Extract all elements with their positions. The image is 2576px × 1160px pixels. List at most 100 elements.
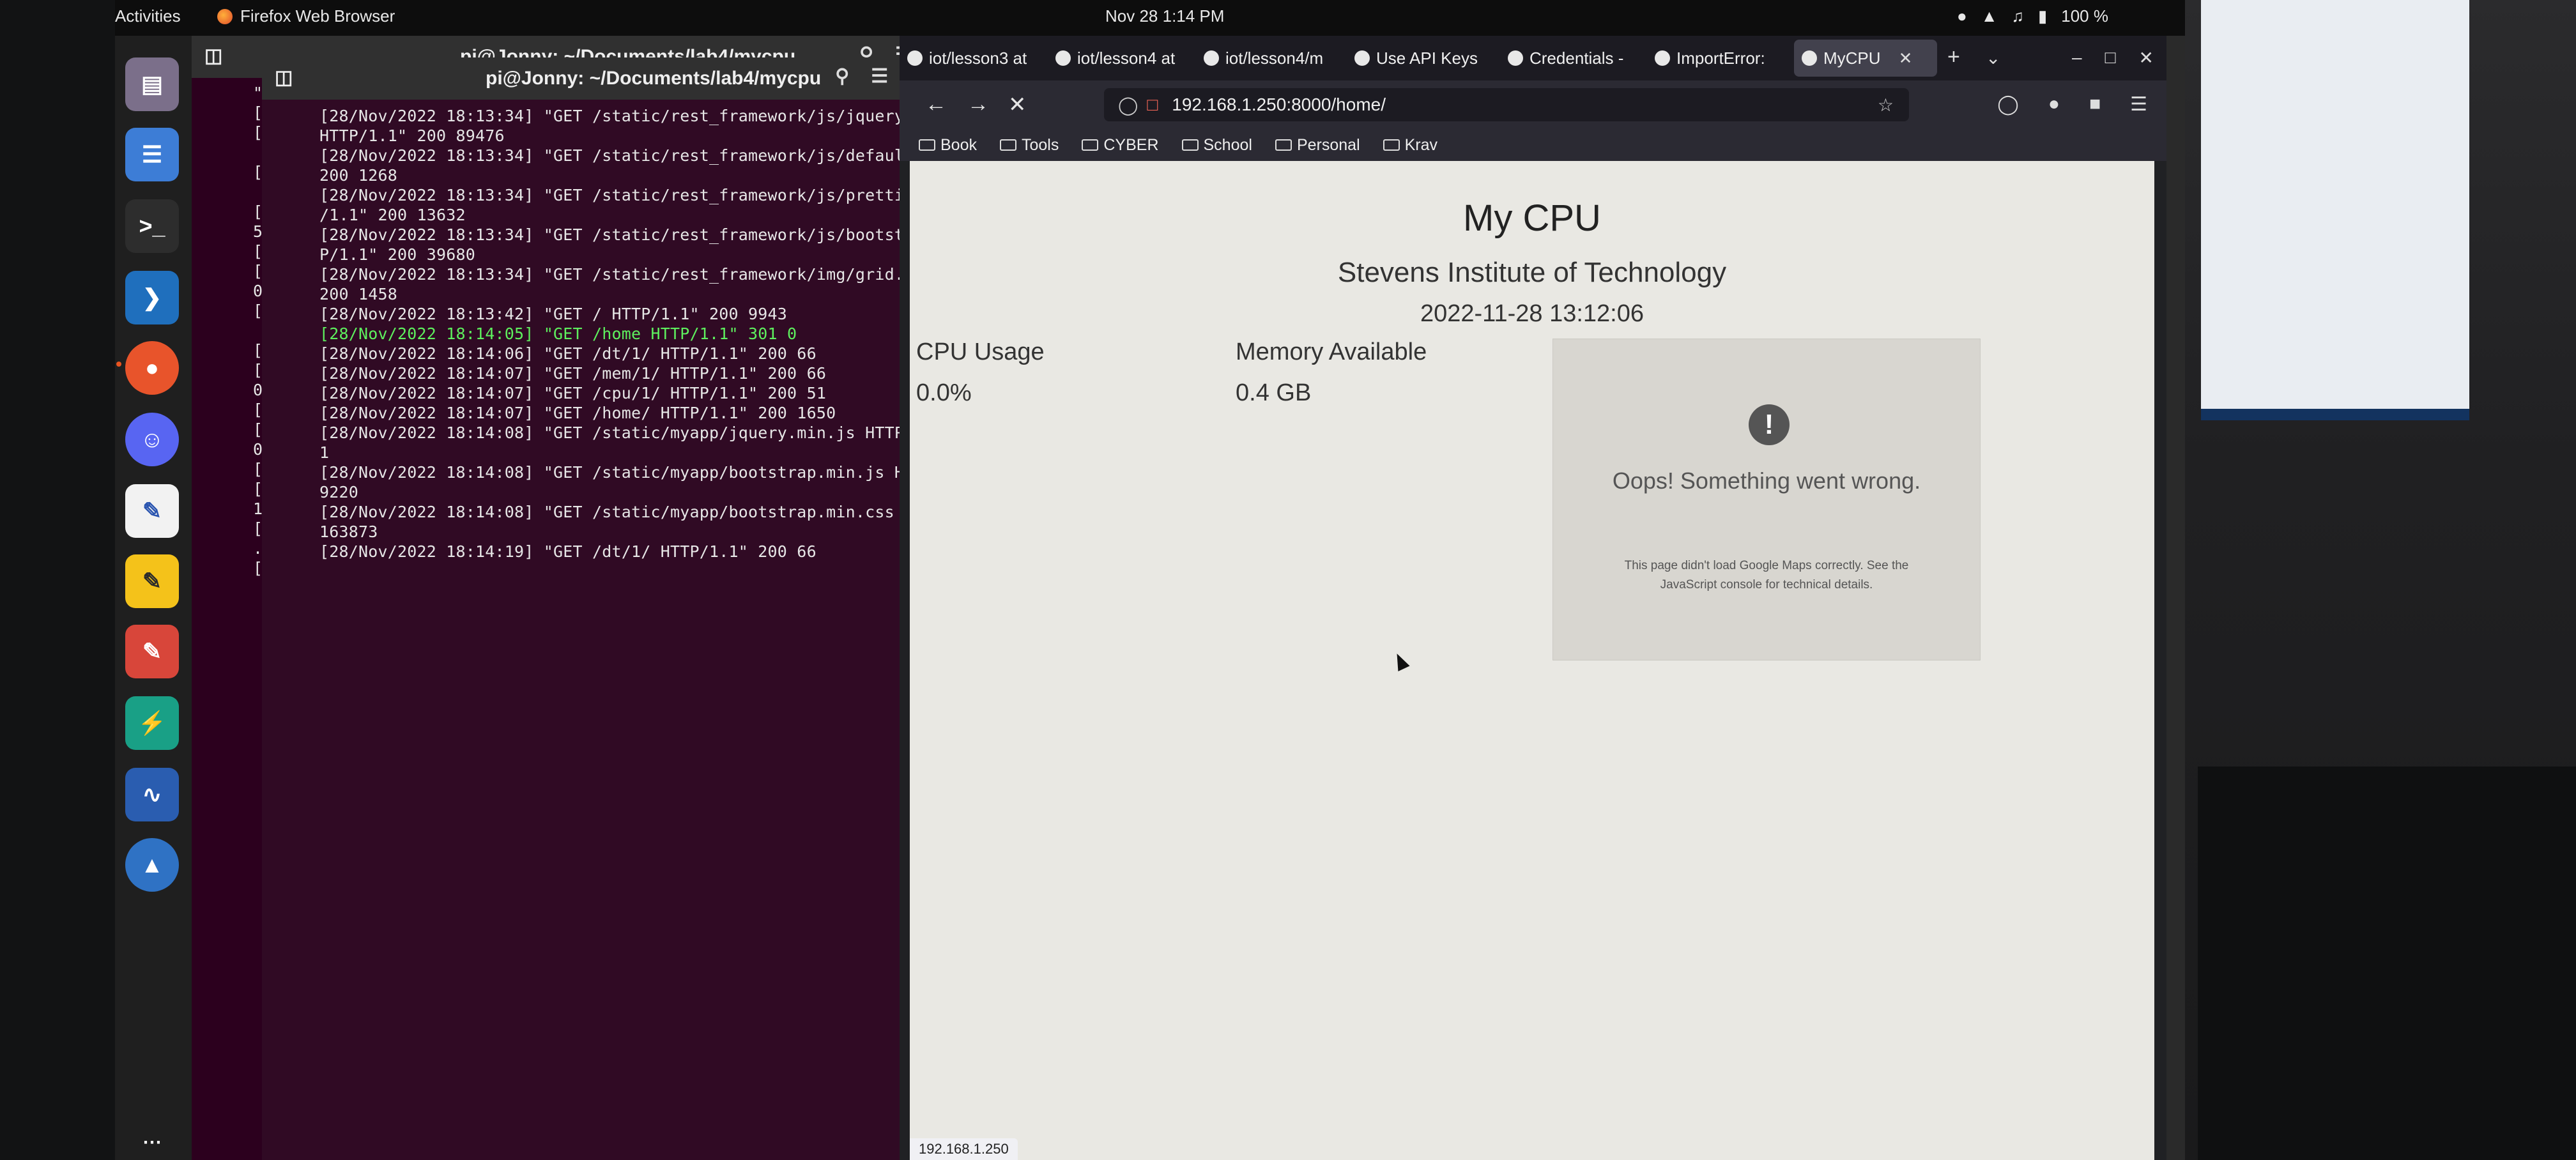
bookmark-folder[interactable]: School bbox=[1181, 135, 1252, 155]
browser-tab[interactable]: iot/lesson3 at bbox=[900, 40, 1055, 77]
system-monitor-icon[interactable]: ∿ bbox=[125, 768, 179, 821]
shield-icon[interactable]: ◯ bbox=[1118, 95, 1138, 116]
log-line: [28/Nov/2022 18:13:34] "GET /static/rest… bbox=[319, 146, 992, 165]
firefox-window[interactable]: iot/lesson3 at iot/lesson4 at iot/lesson4/… bbox=[900, 36, 2166, 1160]
tab-bar: iot/lesson3 at iot/lesson4 at iot/lesson4/… bbox=[900, 36, 2166, 80]
bookmarks-toolbar: Book Tools CYBER School Personal Krav bbox=[900, 129, 2166, 161]
activities-button[interactable]: Activities bbox=[115, 6, 181, 26]
menu-icon[interactable]: ☰ bbox=[871, 65, 888, 88]
bookmark-folder[interactable]: CYBER bbox=[1082, 136, 1159, 155]
close-tab-icon[interactable]: ✕ bbox=[1899, 49, 1913, 68]
terminal-titlebar-front[interactable]: ◫ pi@Jonny: ~/Documents/lab4/mycpu ⚲ ☰ –… bbox=[262, 57, 971, 100]
firefox-dock-icon[interactable]: ● bbox=[116, 341, 179, 395]
browser-tab[interactable]: ImportError: bbox=[1647, 40, 1803, 77]
tab-favicon-icon bbox=[1655, 50, 1670, 66]
folder-icon bbox=[999, 139, 1016, 151]
browser-tab[interactable]: iot/lesson4/m bbox=[1196, 40, 1354, 77]
terminal-icon[interactable]: >_ bbox=[125, 199, 179, 253]
log-line: HTTP/1.1" 200 89476 bbox=[319, 126, 505, 145]
terminal-title-front: pi@Jonny: ~/Documents/lab4/mycpu bbox=[486, 68, 822, 89]
hamburger-menu-icon[interactable]: ☰ bbox=[2130, 93, 2147, 116]
page-viewport: My CPU Stevens Institute of Technology 2… bbox=[910, 161, 2154, 1160]
terminal-tab-icon: ◫ bbox=[204, 45, 223, 66]
lightning-app-icon[interactable]: ⚡ bbox=[125, 696, 179, 750]
folder-icon bbox=[1082, 139, 1099, 151]
navigation-bar: ← → ✕ ◯ □ 192.168.1.250:8000/home/ ☆ ◯ ●… bbox=[900, 80, 2166, 129]
folder-icon bbox=[1383, 139, 1400, 151]
document-editor-icon[interactable]: ☰ bbox=[125, 128, 179, 181]
tab-label: iot/lesson3 at bbox=[929, 48, 1027, 68]
drawing-icon[interactable]: ✎ bbox=[125, 625, 179, 678]
tab-label: Use API Keys bbox=[1376, 48, 1478, 68]
bookmark-star-icon[interactable]: ☆ bbox=[1878, 95, 1894, 116]
keyboard-area bbox=[2198, 767, 2576, 1160]
app-name: Firefox Web Browser bbox=[240, 6, 395, 26]
bookmark-folder[interactable]: Personal bbox=[1275, 136, 1360, 155]
search-icon[interactable]: ⚲ bbox=[835, 65, 849, 88]
url-bar[interactable]: ◯ □ 192.168.1.250:8000/home/ ☆ bbox=[1104, 88, 1909, 121]
files-icon[interactable]: ▤ bbox=[125, 57, 179, 111]
notes-icon[interactable]: ✎ bbox=[125, 554, 179, 608]
discord-icon[interactable]: ☺ bbox=[125, 413, 179, 466]
browser-tab[interactable]: Use API Keys bbox=[1347, 40, 1508, 77]
wifi-icon: ▲ bbox=[1981, 6, 1998, 26]
new-tab-button[interactable]: + bbox=[1947, 45, 1960, 70]
vscode-icon[interactable]: ❯ bbox=[125, 271, 179, 324]
maximize-button[interactable]: □ bbox=[2105, 47, 2116, 68]
browser-tab[interactable]: MyCPU ✕ bbox=[1794, 40, 1937, 77]
second-monitor-taskbar bbox=[2201, 409, 2469, 420]
forward-button[interactable]: → bbox=[967, 92, 989, 117]
battery-level: 100 % bbox=[2061, 6, 2108, 26]
map-error-detail: This page didn't load Google Maps correc… bbox=[1624, 559, 1909, 591]
log-line: [28/Nov/2022 18:14:08] "GET /static/myap… bbox=[319, 463, 983, 482]
memory-available-label: Memory Available bbox=[1236, 339, 1427, 365]
tab-favicon-icon bbox=[1802, 50, 1817, 66]
back-button[interactable]: ← bbox=[925, 92, 947, 117]
firefox-icon bbox=[217, 8, 233, 24]
log-line: [28/Nov/2022 18:14:19] "GET /dt/1/ HTTP/… bbox=[319, 542, 816, 561]
app-grid-icon[interactable]: ⋯ bbox=[125, 1115, 179, 1160]
warning-icon: ! bbox=[1749, 404, 1790, 445]
close-button[interactable]: ✕ bbox=[2139, 47, 2154, 68]
terminal-output-front: [28/Nov/2022 18:13:34] "GET /static/rest… bbox=[319, 106, 992, 561]
bookmark-folder[interactable]: Tools bbox=[999, 136, 1059, 155]
log-line: [28/Nov/2022 18:13:34] "GET /static/rest… bbox=[319, 186, 992, 204]
clock[interactable]: Nov 28 1:14 PM bbox=[1105, 6, 1224, 26]
cpu-usage-value: 0.0% bbox=[916, 379, 972, 406]
system-tray[interactable]: ● ▲ ♫ ▮ 100 % bbox=[1957, 6, 2108, 26]
text-editor-icon[interactable]: ✎ bbox=[125, 484, 179, 538]
url-text[interactable]: 192.168.1.250:8000/home/ bbox=[1172, 95, 1386, 115]
battery-icon: ▮ bbox=[2037, 6, 2048, 26]
cpu-usage-label: CPU Usage bbox=[916, 339, 1045, 365]
stop-button[interactable]: ✕ bbox=[1008, 92, 1027, 118]
bookmark-folder[interactable]: Book bbox=[919, 136, 977, 155]
software-icon[interactable]: ▲ bbox=[125, 838, 179, 892]
log-line: [28/Nov/2022 18:13:34] "GET /static/rest… bbox=[319, 225, 992, 244]
bookmark-label: Personal bbox=[1296, 135, 1360, 154]
account-icon[interactable]: ● bbox=[2048, 93, 2060, 116]
browser-tab[interactable]: iot/lesson4 at bbox=[1048, 40, 1204, 77]
bookmark-folder[interactable]: Krav bbox=[1383, 136, 1438, 155]
terminal-tab-icon: ◫ bbox=[275, 67, 293, 88]
browser-tab[interactable]: Credentials - bbox=[1500, 40, 1656, 77]
log-line: [28/Nov/2022 18:14:06] "GET /dt/1/ HTTP/… bbox=[319, 344, 816, 363]
folder-icon bbox=[1275, 139, 1292, 151]
memory-available-value: 0.4 GB bbox=[1236, 379, 1312, 406]
log-line: 163873 bbox=[319, 523, 378, 541]
log-line: 0 bbox=[253, 282, 263, 300]
screen: Activities Firefox Web Browser Nov 28 1:… bbox=[115, 0, 2185, 1160]
bookmark-label: School bbox=[1203, 135, 1252, 154]
tab-label: iot/lesson4 at bbox=[1077, 48, 1176, 68]
status-bar-url: 192.168.1.250 bbox=[910, 1138, 1018, 1160]
extensions-icon[interactable]: ■ bbox=[2089, 93, 2101, 116]
log-line: 200 1458 bbox=[319, 285, 398, 303]
list-tabs-icon[interactable]: ⌄ bbox=[1986, 47, 2000, 68]
minimize-button[interactable]: – bbox=[2072, 47, 2082, 68]
second-monitor bbox=[2201, 0, 2469, 420]
insecure-lock-icon[interactable]: □ bbox=[1147, 95, 1158, 115]
pocket-icon[interactable]: ◯ bbox=[1997, 93, 2019, 116]
terminal-window-front[interactable]: ◫ pi@Jonny: ~/Documents/lab4/mycpu ⚲ ☰ –… bbox=[262, 57, 992, 1160]
tab-label: MyCPU bbox=[1823, 48, 1881, 68]
app-menu[interactable]: Firefox Web Browser bbox=[217, 6, 395, 26]
tab-favicon-icon bbox=[1508, 50, 1523, 66]
